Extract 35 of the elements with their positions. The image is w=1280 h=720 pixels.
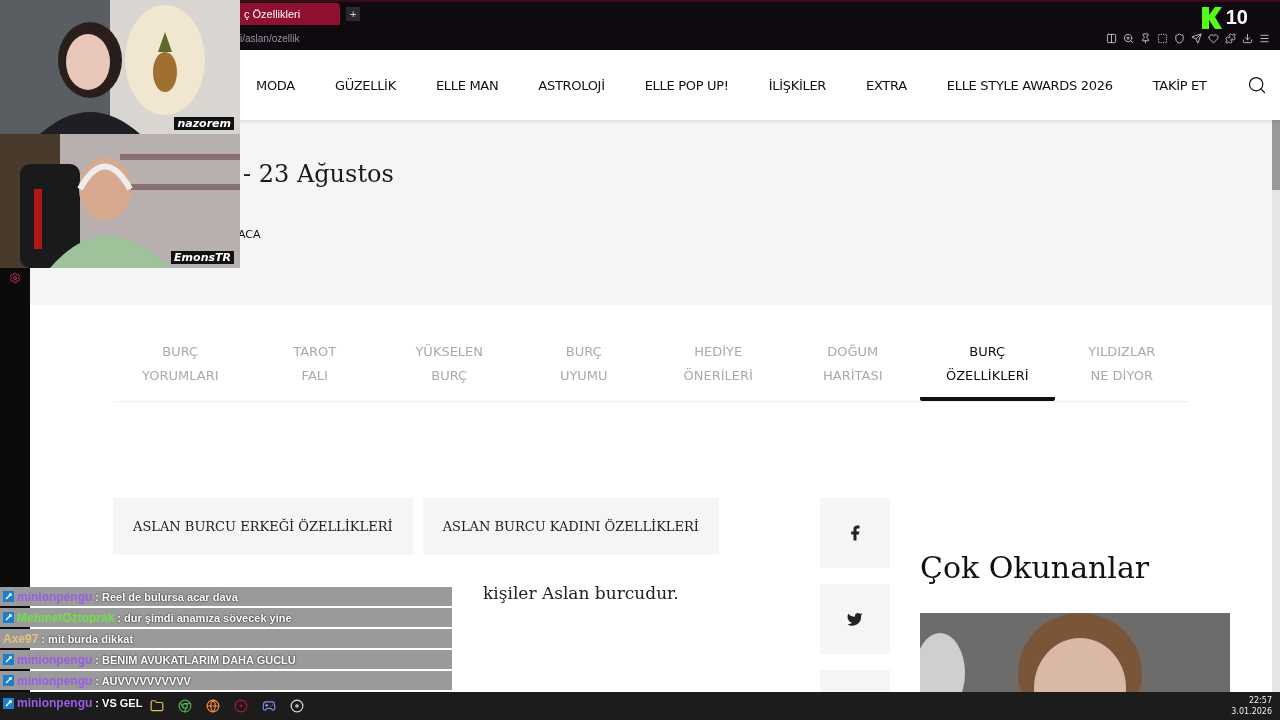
nav-link[interactable]: EXTRA [866,77,907,93]
nav-link[interactable]: ASTROLOJİ [538,77,605,93]
chat-username: minionpengu [17,589,93,604]
chat-text: : dur şimdi anamıza sövecek yine [117,611,292,624]
trait-button[interactable]: ASLAN BURCU ERKEĞİ ÖZELLİKLERİ [113,498,413,555]
chat-username: MehmetOztoprak [17,610,115,625]
trait-button[interactable]: ASLAN BURCU KADINI ÖZELLİKLERİ [422,498,719,555]
nav-link[interactable]: GÜZELLİK [334,77,396,93]
streamer-name: nazorem [174,117,234,130]
browser-tab[interactable]: ç Özellikleri [240,3,341,25]
address-bar[interactable]: i/aslan/ozellik [240,32,300,44]
chat-text: : VS GEL [95,697,143,709]
nav-link[interactable]: MODA [256,77,295,93]
chat-text: : mit burda dikkat [41,632,134,645]
chat-username: minionpengu [17,696,93,710]
chat-username: Axe97 [3,631,39,646]
chat-text: : BENIM AVUKATLARIM DAHA GUCLU [95,653,296,666]
chat-username: minionpengu [17,673,93,688]
intro-text: kişiler Aslan burcudur. [483,583,679,603]
chat-text: : Reel de bulursa acar dava [95,590,238,603]
clock-date: 3.01.2026 [1231,706,1272,717]
chat-text: : AUVVVVVVVVVV [95,674,191,687]
nav-link[interactable]: İLİŞKİLER [768,77,827,93]
clock-time: 22:57 [1248,695,1272,706]
new-tab-button[interactable]: + [346,7,361,21]
streamer-name: EmonsTR [171,251,234,264]
nav-link[interactable]: ELLE STYLE AWARDS 2026 [946,77,1113,93]
date-range: - 23 Ağustos [243,160,395,188]
section-title: Çok Okunanlar [920,550,1151,585]
chat-username: minionpengu [17,652,93,667]
viewer-count: 10 [1225,6,1248,29]
zodiac-tab[interactable]: BURÇ ÖZELLİKLERİ [920,340,1055,401]
nav-link[interactable]: ELLE POP UP! [644,77,729,93]
nav-link[interactable]: ELLE MAN [435,77,499,93]
nav-link[interactable]: TAKİP ET [1152,77,1207,93]
